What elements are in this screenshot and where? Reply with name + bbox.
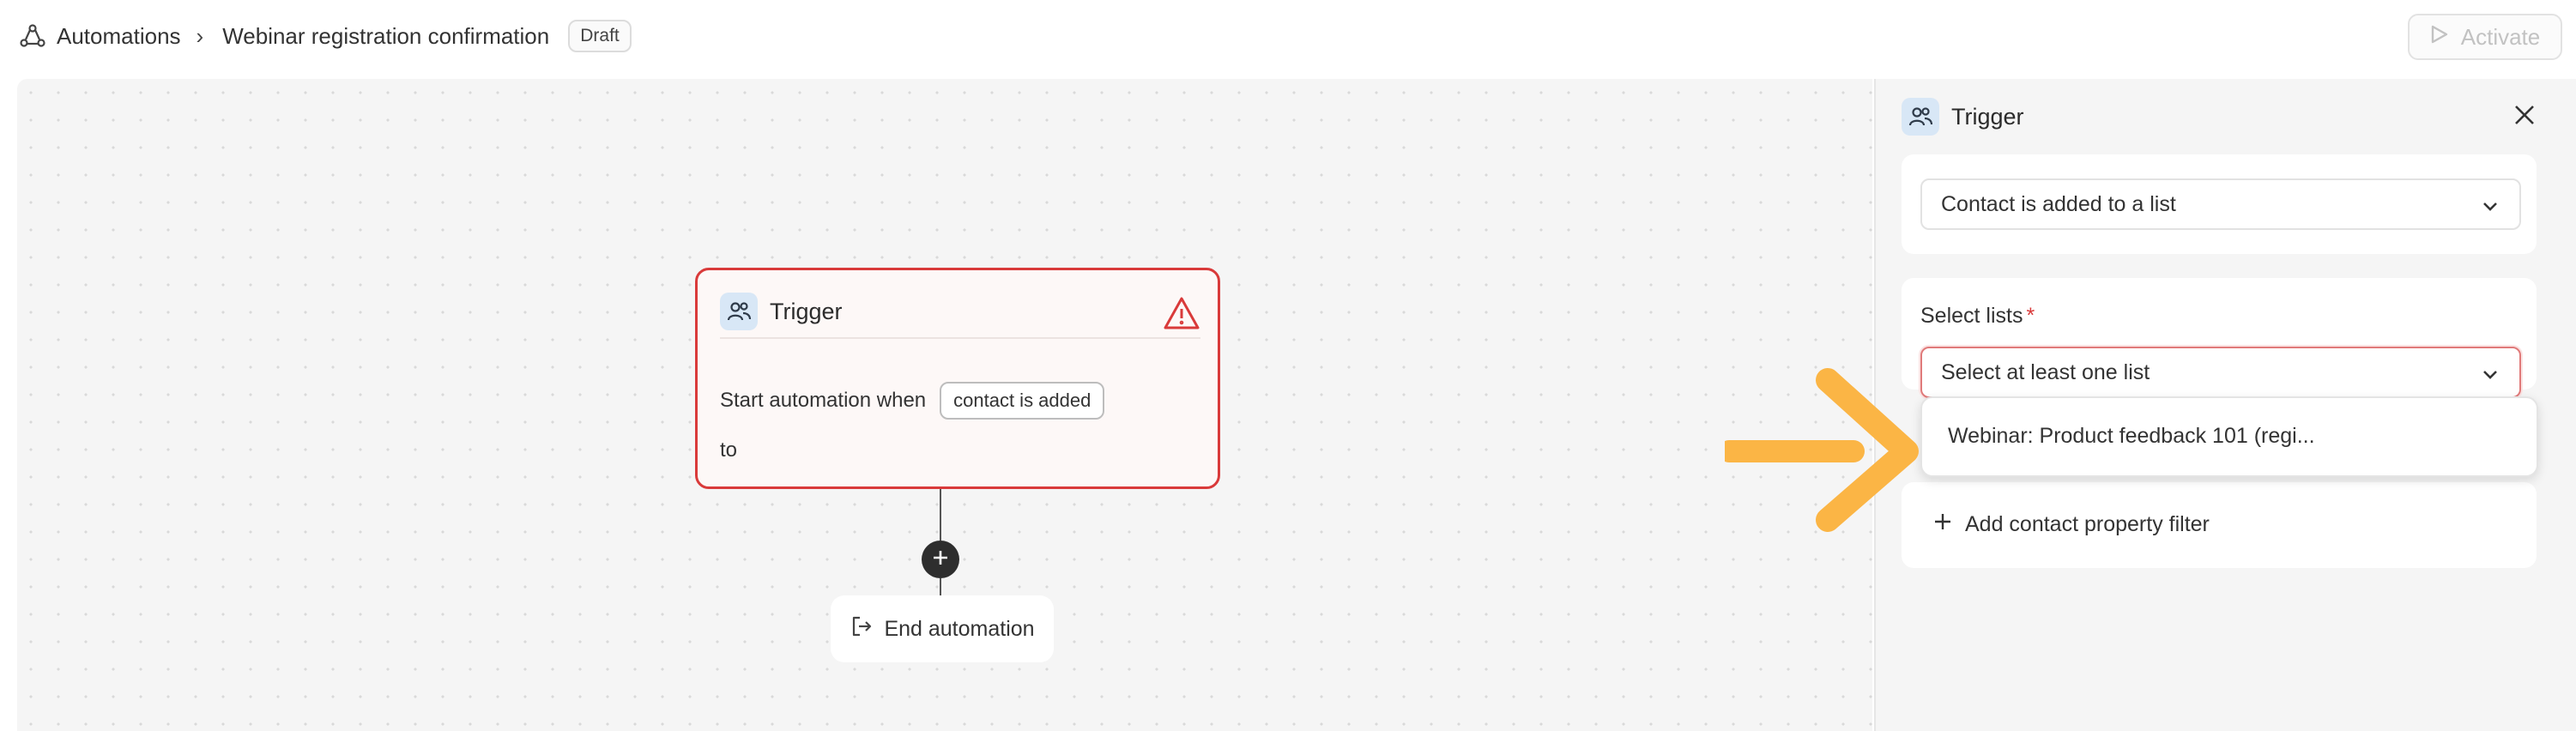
breadcrumb-separator: › (196, 22, 204, 49)
required-marker: * (2026, 304, 2035, 328)
connector-line (940, 489, 941, 541)
trigger-condition-text: Start automation when (720, 389, 927, 412)
plus-icon (1932, 511, 1953, 538)
trigger-type-card: Contact is added to a list (1902, 154, 2537, 254)
trigger-node-header: Trigger (720, 293, 1200, 339)
add-contact-property-filter-button[interactable]: Add contact property filter (1932, 511, 2210, 538)
list-option[interactable]: Webinar: Product feedback 101 (regi... (1948, 424, 2315, 449)
plus-icon (931, 548, 950, 571)
breadcrumb-automations-link[interactable]: Automations (57, 23, 181, 50)
people-icon (1902, 98, 1939, 136)
close-icon (2513, 104, 2536, 130)
trigger-settings-panel: Trigger Contact is added to a list Selec… (1874, 79, 2576, 731)
activate-button-label: Activate (2460, 23, 2541, 50)
add-step-button[interactable] (922, 541, 959, 578)
status-badge: Draft (568, 20, 632, 52)
select-lists-placeholder: Select at least one list (1941, 359, 2150, 384)
trigger-node-title: Trigger (770, 298, 843, 324)
panel-header: Trigger (1902, 98, 2024, 136)
end-automation-label: End automation (884, 616, 1035, 641)
trigger-target-text: to (720, 438, 738, 462)
trigger-node[interactable]: Trigger Start automation when contact is… (695, 268, 1220, 489)
select-lists-dropdown[interactable]: Select at least one list (1920, 347, 2521, 398)
property-filter-card: Add contact property filter (1902, 482, 2537, 568)
add-filter-label: Add contact property filter (1965, 512, 2210, 536)
breadcrumb: Automations › Webinar registration confi… (17, 20, 632, 52)
panel-title: Trigger (1951, 103, 2024, 130)
select-lists-card: Select lists * Select at least one list (1902, 278, 2537, 398)
play-icon (2430, 24, 2449, 51)
automation-icon (17, 21, 48, 51)
chevron-down-icon (2480, 364, 2500, 390)
trigger-type-value: Contact is added to a list (1941, 191, 2176, 216)
list-options-dropdown: Webinar: Product feedback 101 (regi... (1920, 396, 2538, 477)
trigger-type-select[interactable]: Contact is added to a list (1920, 178, 2521, 230)
workflow-canvas[interactable]: Trigger Start automation when contact is… (17, 79, 1872, 731)
close-panel-button[interactable] (2509, 101, 2540, 132)
warning-icon (1163, 296, 1200, 335)
top-bar: Automations › Webinar registration confi… (0, 0, 2576, 72)
end-automation-node[interactable]: End automation (831, 595, 1054, 662)
page-title: Webinar registration confirmation (222, 22, 550, 49)
exit-icon (850, 614, 874, 644)
select-lists-label: Select lists * (1920, 304, 2035, 329)
select-lists-label-text: Select lists (1920, 304, 2023, 328)
event-chip[interactable]: contact is added (940, 382, 1105, 420)
trigger-condition: Start automation when contact is added (720, 382, 1105, 420)
people-icon (720, 293, 758, 330)
activate-button[interactable]: Activate (2408, 14, 2562, 60)
annotation-arrow-icon (1725, 368, 1919, 532)
chevron-down-icon (2480, 196, 2500, 222)
